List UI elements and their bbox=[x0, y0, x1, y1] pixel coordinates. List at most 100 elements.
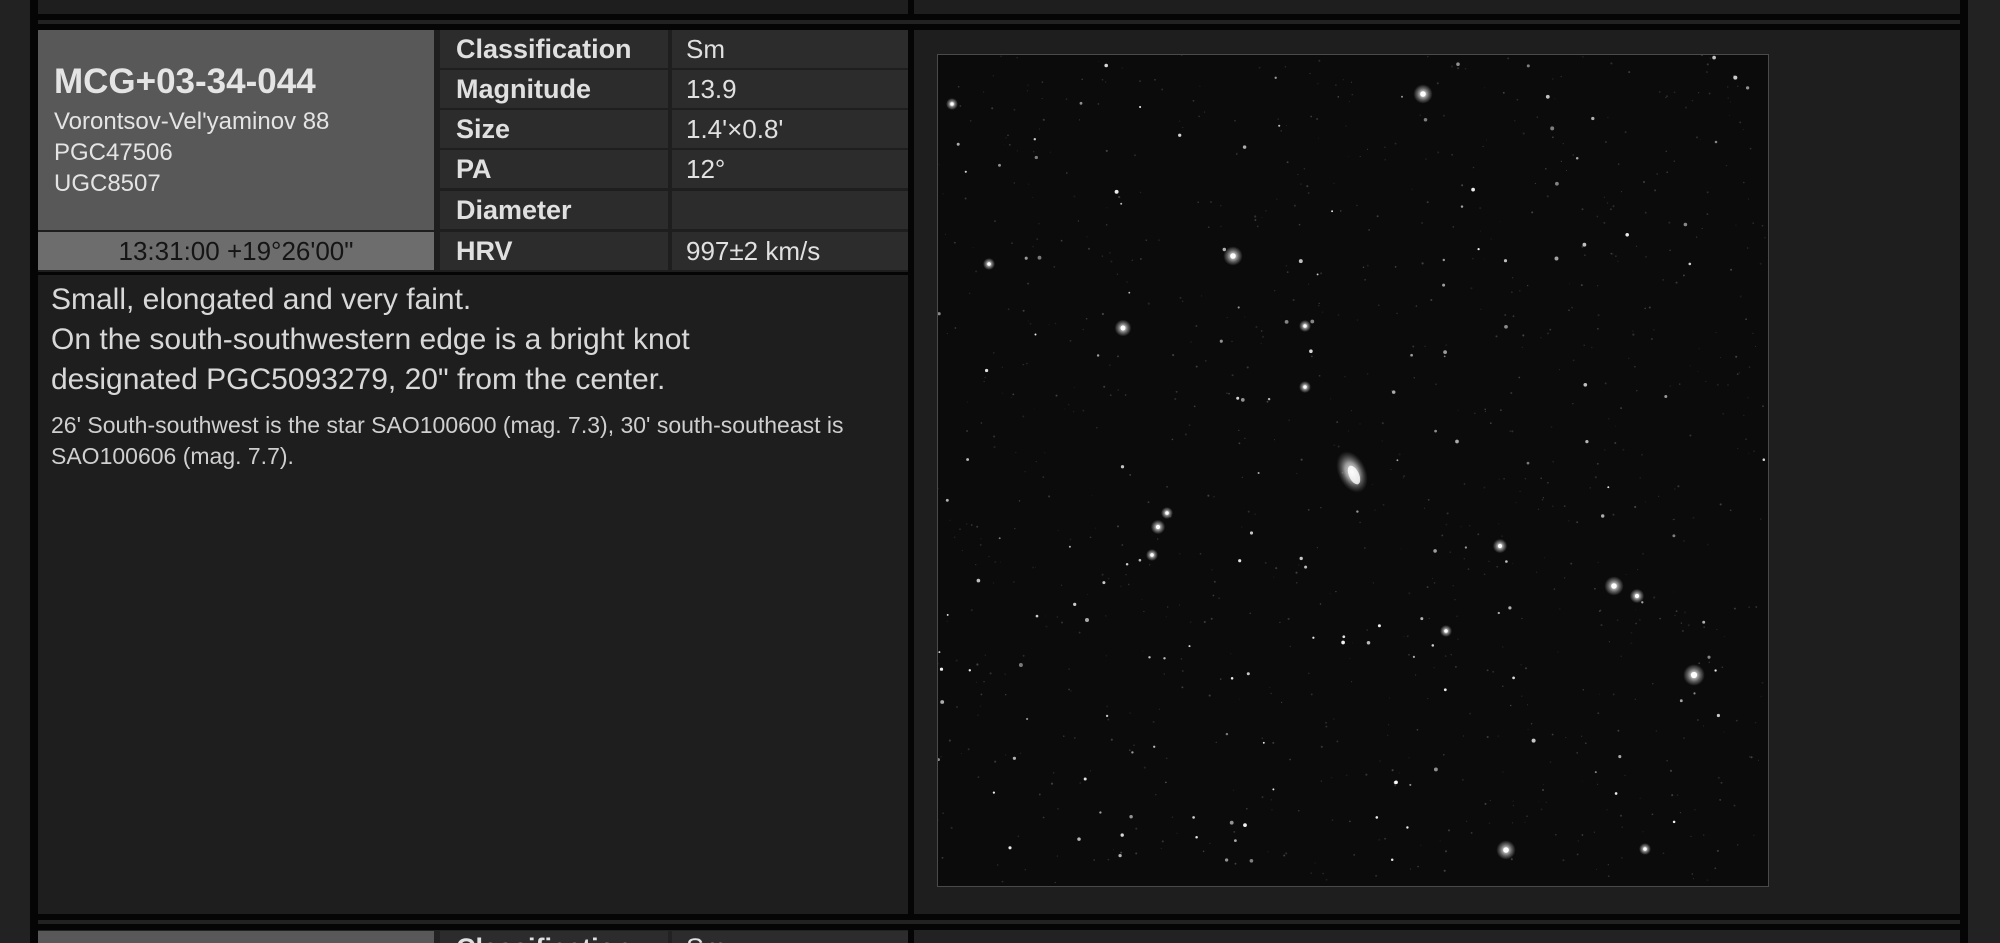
background-speckle bbox=[1469, 712, 1472, 715]
background-speckle bbox=[1720, 357, 1722, 359]
background-speckle bbox=[1492, 670, 1495, 673]
background-speckle bbox=[1721, 666, 1724, 669]
background-speckle bbox=[1101, 573, 1104, 576]
background-speckle bbox=[1415, 305, 1418, 307]
background-speckle bbox=[1540, 808, 1543, 811]
star bbox=[1299, 556, 1303, 561]
background-speckle bbox=[1031, 196, 1034, 199]
background-speckle bbox=[1068, 688, 1070, 691]
background-speckle bbox=[1512, 800, 1514, 802]
background-speckle bbox=[1572, 154, 1574, 156]
background-speckle bbox=[1457, 67, 1460, 70]
background-speckle bbox=[1073, 195, 1076, 198]
background-speckle bbox=[1330, 776, 1333, 779]
background-speckle bbox=[993, 352, 995, 354]
background-speckle bbox=[1306, 185, 1309, 188]
star bbox=[1008, 846, 1012, 850]
background-speckle bbox=[1384, 146, 1386, 149]
background-speckle bbox=[1472, 166, 1475, 169]
bright-star bbox=[1303, 324, 1307, 328]
background-speckle bbox=[1120, 585, 1122, 588]
object-header: MCG+03-34-044 Vorontsov-Vel'yaminov 88 P… bbox=[38, 30, 434, 230]
background-speckle bbox=[1653, 596, 1656, 599]
background-speckle bbox=[1736, 844, 1739, 846]
background-speckle bbox=[938, 163, 940, 166]
star bbox=[1583, 382, 1588, 387]
background-speckle bbox=[1708, 92, 1711, 95]
star bbox=[1249, 858, 1254, 863]
table-bottom-divider bbox=[38, 272, 908, 275]
background-speckle bbox=[1032, 566, 1034, 569]
background-speckle bbox=[1349, 657, 1351, 660]
background-speckle bbox=[1032, 245, 1034, 248]
background-speckle bbox=[1635, 609, 1637, 611]
background-speckle bbox=[1288, 419, 1290, 422]
background-speckle bbox=[1463, 735, 1465, 737]
background-speckle bbox=[1050, 782, 1054, 785]
background-speckle bbox=[1538, 800, 1540, 802]
star bbox=[1085, 618, 1089, 622]
bright-star bbox=[1611, 583, 1617, 589]
background-speckle bbox=[1722, 412, 1725, 415]
background-speckle bbox=[1617, 729, 1620, 732]
background-speckle bbox=[1108, 251, 1111, 254]
background-speckle bbox=[1644, 211, 1647, 214]
background-speckle bbox=[1675, 281, 1678, 284]
background-speckle bbox=[1333, 718, 1335, 720]
background-speckle bbox=[1473, 412, 1476, 415]
star bbox=[998, 163, 1001, 167]
background-speckle bbox=[1027, 84, 1030, 87]
background-speckle bbox=[1394, 142, 1397, 145]
star bbox=[1683, 222, 1688, 227]
star bbox=[1526, 461, 1530, 465]
background-speckle bbox=[1692, 516, 1695, 519]
background-speckle bbox=[1176, 832, 1178, 834]
background-speckle bbox=[1054, 322, 1057, 325]
background-speckle bbox=[1727, 384, 1729, 386]
background-speckle bbox=[1316, 547, 1318, 549]
background-speckle bbox=[960, 753, 963, 755]
background-speckle bbox=[1158, 239, 1160, 241]
background-speckle bbox=[1603, 196, 1605, 198]
background-speckle bbox=[1607, 864, 1609, 866]
background-speckle bbox=[1307, 672, 1310, 675]
property-row-pa: PA 12° bbox=[440, 150, 908, 188]
background-speckle bbox=[1249, 612, 1252, 615]
background-speckle bbox=[1402, 477, 1405, 479]
background-speckle bbox=[1545, 801, 1547, 803]
background-speckle bbox=[1612, 205, 1615, 208]
background-speckle bbox=[1729, 509, 1732, 512]
background-speckle bbox=[1165, 781, 1167, 784]
column-divider-bottom bbox=[908, 930, 914, 943]
background-speckle bbox=[1101, 312, 1104, 316]
star bbox=[1442, 258, 1446, 262]
star bbox=[1614, 792, 1618, 795]
background-speckle bbox=[1199, 85, 1201, 87]
background-speckle bbox=[1254, 215, 1257, 218]
background-speckle bbox=[1319, 603, 1322, 605]
background-speckle bbox=[1094, 527, 1096, 529]
background-speckle bbox=[1634, 505, 1637, 509]
star bbox=[968, 669, 971, 672]
background-speckle bbox=[1024, 868, 1027, 871]
background-speckle bbox=[1165, 615, 1168, 618]
background-speckle bbox=[1444, 850, 1448, 853]
property-key: Classification bbox=[440, 30, 668, 68]
sky-image[interactable] bbox=[937, 54, 1769, 887]
background-speckle bbox=[1750, 756, 1753, 759]
background-speckle bbox=[1513, 119, 1516, 122]
object-coordinates: 13:31:00 +19°26'00" bbox=[38, 232, 434, 270]
background-speckle bbox=[1445, 523, 1448, 526]
background-speckle bbox=[1093, 859, 1096, 861]
background-speckle bbox=[1432, 577, 1434, 580]
background-speckle bbox=[1005, 694, 1007, 696]
background-speckle bbox=[1551, 505, 1554, 508]
background-speckle bbox=[1109, 364, 1111, 366]
background-speckle bbox=[1329, 398, 1332, 400]
background-speckle bbox=[1264, 561, 1267, 564]
background-speckle bbox=[1683, 611, 1686, 614]
background-speckle bbox=[1286, 271, 1289, 273]
background-speckle bbox=[1696, 236, 1698, 238]
star bbox=[976, 578, 981, 583]
star bbox=[1401, 95, 1403, 98]
